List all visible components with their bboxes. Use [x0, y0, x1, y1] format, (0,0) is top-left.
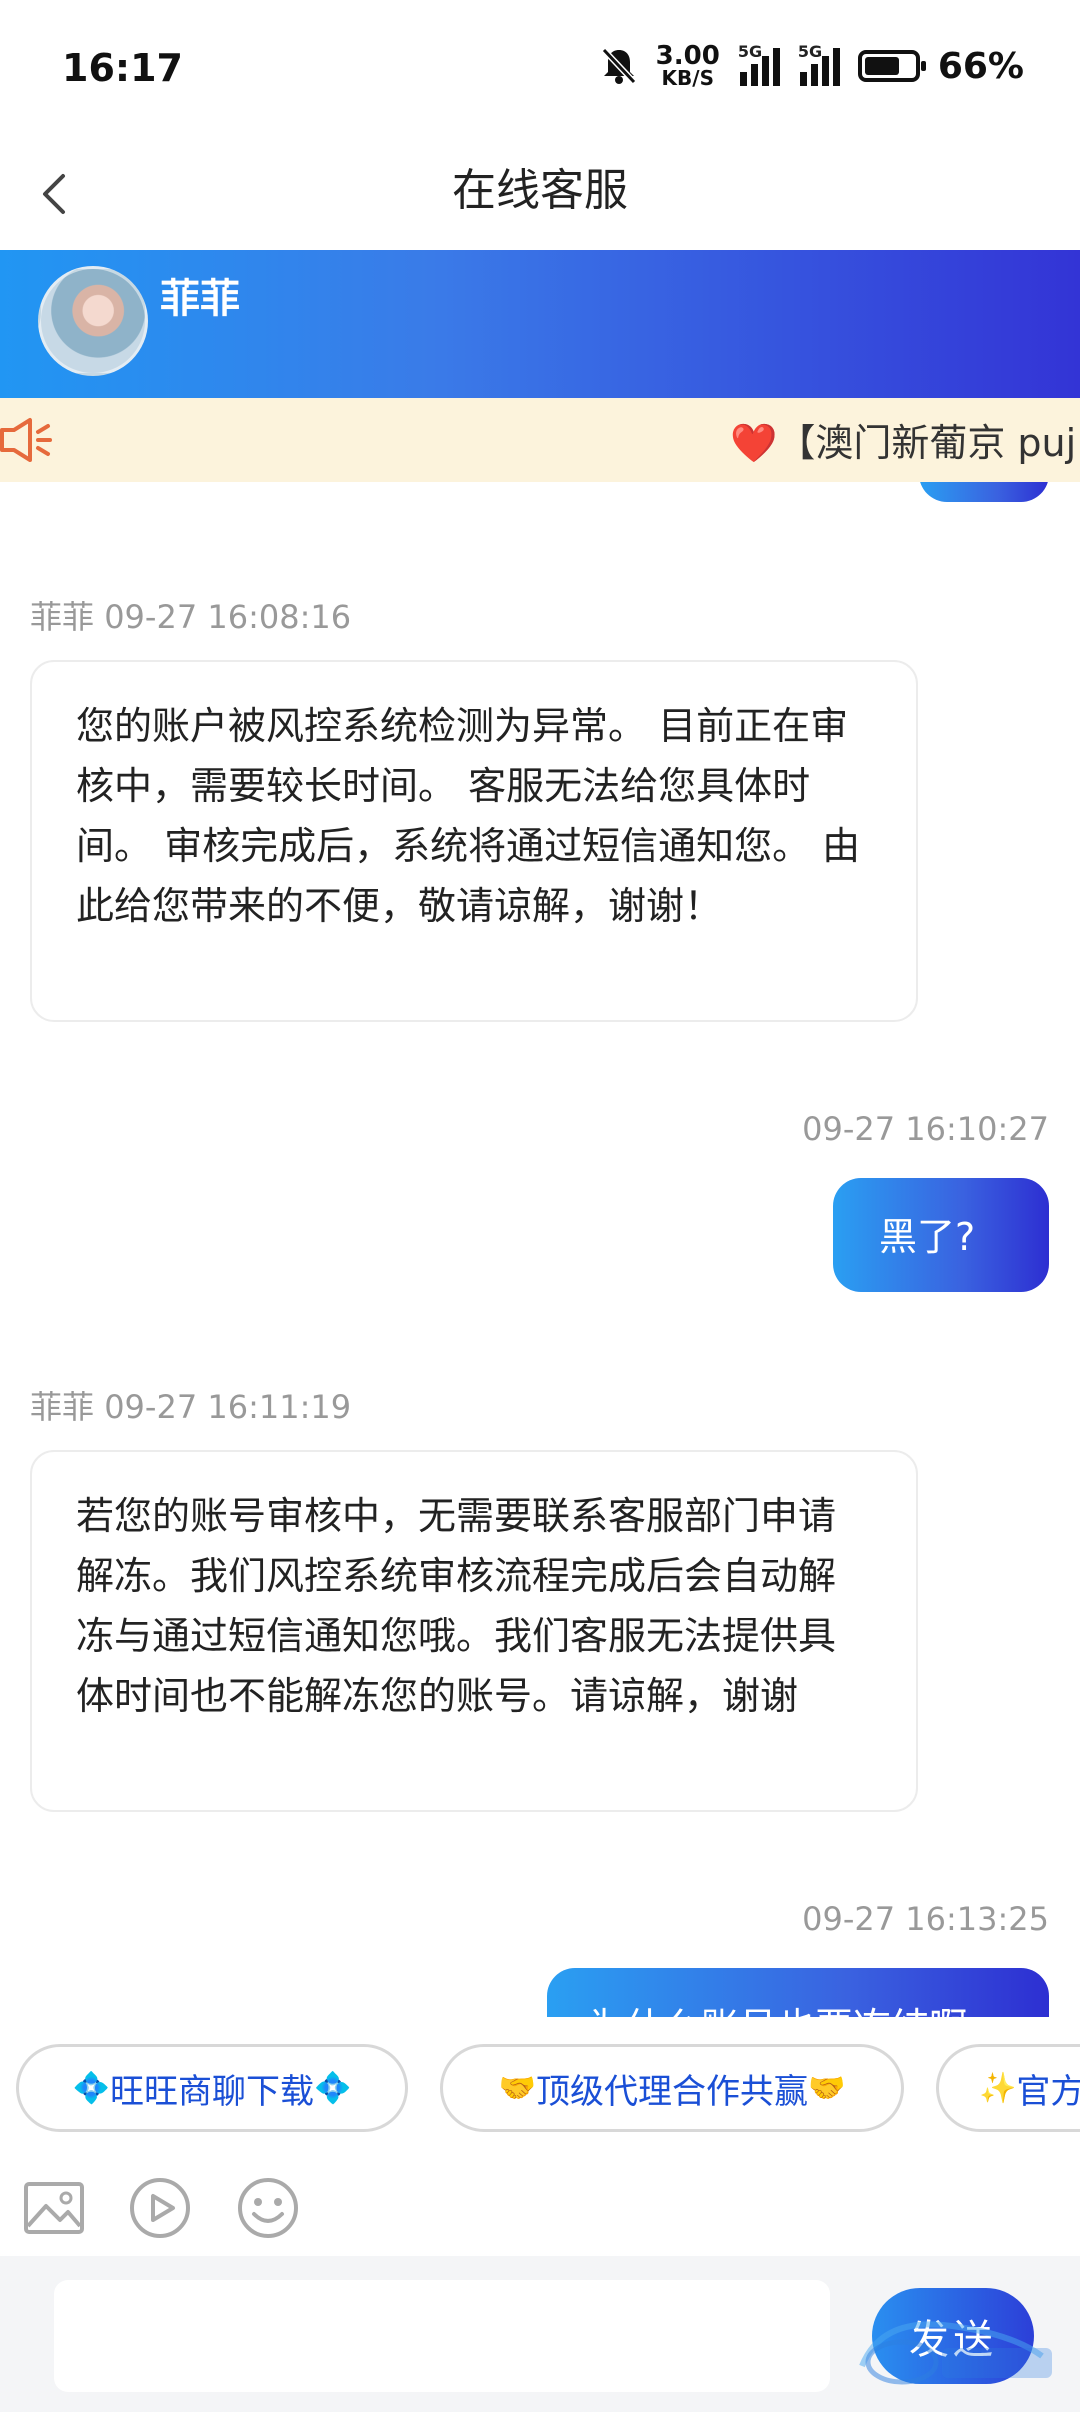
message-bubble-incoming: 若您的账号审核中，无需要联系客服部门申请解冻。我们风控系统审核流程完成后会自动解…: [30, 1450, 918, 1812]
avatar: [38, 266, 148, 376]
quick-reply-chip[interactable]: 🤝 顶级代理合作共赢 🤝: [440, 2044, 904, 2132]
message-time: 09-27 16:10:27: [802, 1110, 1049, 1148]
message-meta: 菲菲 09-27 16:08:16: [30, 598, 352, 636]
agent-header: 菲菲: [0, 250, 1080, 398]
quick-reply-chip[interactable]: ✨ 官方: [936, 2044, 1080, 2132]
chat-area[interactable]: 菲菲 09-27 16:08:16 您的账户被风控系统检测为异常。 目前正在审核…: [0, 482, 1080, 2017]
signal-icon: 5G: [798, 42, 840, 86]
message-bubble-outgoing: 黑了?: [833, 1178, 1049, 1292]
megaphone-icon: [0, 418, 52, 462]
media-toolbar: [0, 2160, 1080, 2256]
watermark-logo: [859, 2321, 1052, 2385]
message-bubble-incoming: 您的账户被风控系统检测为异常。 目前正在审核中，需要较长时间。 客服无法给您具体…: [30, 660, 918, 1022]
status-time: 16:17: [62, 46, 183, 90]
message-bubble-outgoing: 为什么账号也要冻结啊: [547, 1968, 1049, 2017]
message-bubble-partial: [919, 482, 1049, 502]
nav-bar: 在线客服: [0, 140, 1080, 250]
network-speed: 3.00 KB/S: [655, 41, 720, 90]
notice-text: ❤️【澳门新葡京 puj: [730, 421, 1077, 465]
signal-icon: 5G: [738, 42, 780, 86]
page-title: 在线客服: [452, 165, 628, 216]
notice-bar[interactable]: ❤️【澳门新葡京 puj: [0, 398, 1080, 482]
video-icon[interactable]: [126, 2174, 194, 2242]
emoji-icon[interactable]: [234, 2174, 302, 2242]
message-meta: 菲菲 09-27 16:11:19: [30, 1388, 352, 1426]
battery-icon: [857, 50, 926, 82]
agent-name: 菲菲: [160, 276, 240, 322]
battery-percent: 66%: [937, 45, 1024, 87]
quick-replies: 💠 旺旺商聊下载 💠 🤝 顶级代理合作共赢 🤝 ✨ 官方: [0, 2040, 1080, 2136]
bell-muted-icon: [601, 47, 636, 85]
message-time: 09-27 16:13:25: [802, 1900, 1049, 1938]
message-input[interactable]: [54, 2280, 830, 2392]
image-icon[interactable]: [20, 2174, 88, 2242]
quick-reply-chip[interactable]: 💠 旺旺商聊下载 💠: [16, 2044, 408, 2132]
status-bar: 16:17 3.00 KB/S 5G 5G 66%: [0, 0, 1080, 140]
status-icons: 3.00 KB/S 5G 5G 66%: [600, 41, 1024, 90]
